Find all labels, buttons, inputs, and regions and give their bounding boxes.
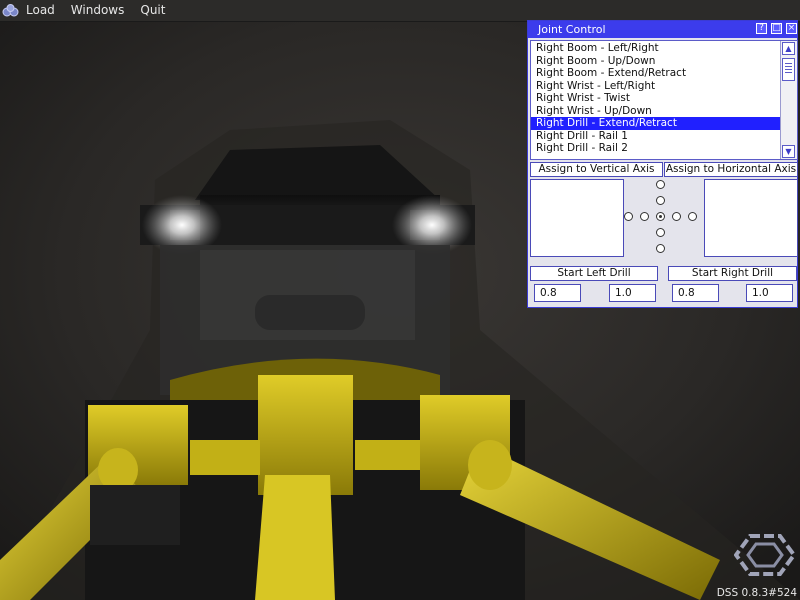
- menu-load[interactable]: Load: [22, 0, 63, 21]
- start-right-drill-button[interactable]: Start Right Drill: [668, 266, 797, 281]
- joint-control-window: Joint Control ? □ × Right Boom - Left/Ri…: [527, 20, 798, 308]
- joint-list-item[interactable]: Right Wrist - Up/Down: [531, 105, 781, 118]
- start-left-drill-button[interactable]: Start Left Drill: [530, 266, 658, 281]
- joint-list[interactable]: Right Boom - Left/Right Right Boom - Up/…: [530, 40, 798, 160]
- assign-vertical-axis-button[interactable]: Assign to Vertical Axis: [530, 162, 663, 177]
- help-button[interactable]: ?: [756, 23, 767, 34]
- window-title: Joint Control: [538, 23, 606, 36]
- vertical-axis-box[interactable]: [530, 179, 624, 257]
- right-drill-force-field[interactable]: 1.0: [746, 284, 793, 302]
- joint-list-item[interactable]: Right Boom - Up/Down: [531, 55, 781, 68]
- left-drill-force-field[interactable]: 1.0: [609, 284, 656, 302]
- left-drill-speed-field[interactable]: 0.8: [534, 284, 581, 302]
- version-label: DSS 0.8.3#524: [716, 587, 797, 599]
- scroll-down-icon[interactable]: ▼: [782, 145, 795, 158]
- joint-list-item[interactable]: Right Boom - Left/Right: [531, 42, 781, 55]
- hexagon-logo-icon: [733, 530, 797, 584]
- axis-dot: [656, 228, 665, 237]
- joint-list-item[interactable]: Right Drill - Rail 2: [531, 142, 781, 155]
- scroll-thumb[interactable]: [782, 58, 795, 81]
- window-titlebar[interactable]: Joint Control ? □ ×: [528, 21, 797, 38]
- close-button[interactable]: ×: [786, 23, 797, 34]
- app-logo-icon[interactable]: [0, 0, 22, 21]
- joint-list-item[interactable]: Right Drill - Rail 1: [531, 130, 781, 143]
- axis-dot: [656, 244, 665, 253]
- axis-dot: [640, 212, 649, 221]
- axis-dot: [672, 212, 681, 221]
- joint-list-item[interactable]: Right Boom - Extend/Retract: [531, 67, 781, 80]
- joint-list-item-selected[interactable]: Right Drill - Extend/Retract: [531, 117, 781, 130]
- right-drill-speed-field[interactable]: 0.8: [672, 284, 719, 302]
- assign-horizontal-axis-button[interactable]: Assign to Horizontal Axis: [664, 162, 798, 177]
- joint-list-item[interactable]: Right Wrist - Left/Right: [531, 80, 781, 93]
- menu-windows[interactable]: Windows: [63, 0, 133, 21]
- axis-dot: [656, 180, 665, 189]
- list-scrollbar[interactable]: ▲ ▼: [780, 41, 797, 159]
- maximize-button[interactable]: □: [771, 23, 782, 34]
- menu-bar: Load Windows Quit: [0, 0, 800, 22]
- horizontal-axis-box[interactable]: [704, 179, 798, 257]
- joint-list-item[interactable]: Right Wrist - Twist: [531, 92, 781, 105]
- axis-dot: [624, 212, 633, 221]
- axis-center-dot: [656, 212, 665, 221]
- menu-quit[interactable]: Quit: [132, 0, 173, 21]
- axis-dot: [656, 196, 665, 205]
- axis-dot: [688, 212, 697, 221]
- scroll-up-icon[interactable]: ▲: [782, 42, 795, 55]
